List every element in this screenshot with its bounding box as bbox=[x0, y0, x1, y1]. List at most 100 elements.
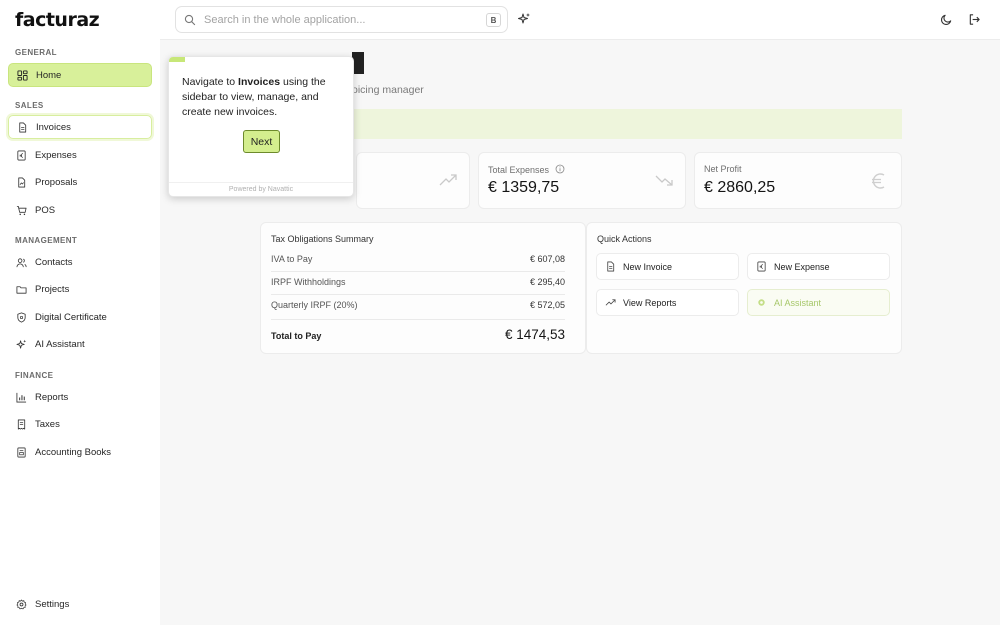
sidebar-item-label: Invoices bbox=[36, 121, 71, 133]
app-logo[interactable]: facturaz bbox=[15, 9, 100, 31]
sidebar-item-pos[interactable]: POS bbox=[8, 198, 152, 222]
sidebar-item-expenses[interactable]: Expenses bbox=[8, 143, 152, 167]
new-expense-button[interactable]: New Expense bbox=[747, 253, 890, 280]
trending-down-icon bbox=[655, 175, 673, 186]
shopping-cart-icon bbox=[16, 205, 27, 215]
logout-icon bbox=[969, 13, 980, 25]
sparkles-icon bbox=[16, 339, 27, 349]
sidebar-item-label: Contacts bbox=[35, 256, 73, 268]
sidebar-item-reports[interactable]: Reports bbox=[8, 385, 152, 409]
receipt-icon bbox=[17, 419, 26, 429]
users-icon bbox=[16, 257, 27, 267]
info-icon bbox=[555, 164, 564, 174]
tax-row-value: € 572,05 bbox=[529, 300, 565, 310]
sidebar-item-home[interactable]: Home bbox=[8, 63, 152, 87]
tax-row-label: Quarterly IRPF (20%) bbox=[271, 300, 358, 310]
sidebar-item-label: Settings bbox=[35, 598, 70, 610]
moon-icon bbox=[940, 14, 951, 25]
tax-divider bbox=[271, 319, 565, 320]
tax-row: Quarterly IRPF (20%) € 572,05 bbox=[271, 300, 565, 310]
sidebar-item-taxes[interactable]: Taxes bbox=[8, 412, 152, 436]
button-label: New Invoice bbox=[623, 261, 673, 272]
sparkles-icon bbox=[518, 13, 530, 24]
sidebar-item-label: Accounting Books bbox=[35, 446, 112, 458]
theme-toggle-button[interactable] bbox=[938, 11, 954, 27]
tax-row-value: € 295,40 bbox=[529, 277, 565, 287]
search-bar[interactable]: B bbox=[175, 6, 508, 33]
sidebar: GENERAL Home SALES Invoices Expenses Pro… bbox=[0, 40, 160, 625]
sidebar-item-label: Proposals bbox=[35, 176, 78, 188]
button-label: View Reports bbox=[623, 297, 677, 308]
search-shortcut-badge: B bbox=[486, 13, 501, 27]
tax-row-value: € 607,08 bbox=[529, 254, 565, 264]
sidebar-item-contacts[interactable]: Contacts bbox=[8, 250, 152, 274]
sidebar-item-digital-certificate[interactable]: Digital Certificate bbox=[8, 305, 152, 329]
tax-total-label: Total to Pay bbox=[271, 331, 322, 341]
tax-divider bbox=[271, 294, 565, 295]
sidebar-item-label: Expenses bbox=[35, 149, 77, 161]
onboarding-tooltip: Navigate to Invoices using the sidebar t… bbox=[168, 56, 354, 197]
ai-sparkles-button[interactable] bbox=[516, 11, 532, 27]
quick-actions-card: Quick Actions New Invoice New Expense Vi… bbox=[586, 222, 902, 354]
tax-divider bbox=[271, 271, 565, 272]
sidebar-item-accounting-books[interactable]: Accounting Books bbox=[8, 440, 152, 464]
file-signature-icon bbox=[18, 177, 26, 187]
sidebar-item-label: Projects bbox=[35, 283, 70, 295]
tax-summary-title: Tax Obligations Summary bbox=[271, 234, 374, 244]
search-input[interactable] bbox=[204, 13, 474, 26]
search-icon bbox=[184, 14, 196, 25]
quick-actions-title: Quick Actions bbox=[597, 234, 652, 244]
sidebar-item-label: AI Assistant bbox=[35, 338, 85, 350]
tax-total-value: € 1474,53 bbox=[504, 327, 565, 342]
euro-icon bbox=[872, 173, 885, 189]
logout-button[interactable] bbox=[966, 11, 982, 27]
tax-row: IRPF Withholdings € 295,40 bbox=[271, 277, 565, 287]
sidebar-item-label: Digital Certificate bbox=[35, 311, 107, 323]
tooltip-next-button[interactable]: Next bbox=[243, 130, 280, 153]
ai-dot-icon bbox=[758, 299, 765, 306]
sidebar-item-proposals[interactable]: Proposals bbox=[8, 170, 152, 194]
sidebar-item-settings[interactable]: Settings bbox=[8, 592, 152, 616]
trending-up-icon bbox=[605, 299, 616, 306]
tooltip-progress-bar bbox=[169, 57, 185, 62]
tax-row-label: IVA to Pay bbox=[271, 254, 313, 264]
tooltip-text: Navigate to Invoices using the sidebar t… bbox=[182, 76, 326, 118]
sidebar-item-invoices[interactable]: Invoices bbox=[8, 115, 152, 139]
stat-value: € 1359,75 bbox=[488, 179, 560, 196]
sidebar-section-sales: SALES bbox=[15, 101, 44, 110]
dashboard-grid-icon bbox=[17, 69, 28, 81]
button-label: New Expense bbox=[774, 261, 830, 272]
tax-obligations-card: Tax Obligations Summary IVA to Pay € 607,… bbox=[260, 222, 586, 354]
stat-label: Total Expenses bbox=[488, 164, 565, 175]
sidebar-item-label: Reports bbox=[35, 391, 69, 403]
new-invoice-button[interactable]: New Invoice bbox=[596, 253, 739, 280]
stat-card-total-expenses: Total Expenses € 1359,75 bbox=[478, 152, 686, 209]
stat-card-net-profit: Net Profit € 2860,25 bbox=[694, 152, 902, 209]
sidebar-section-finance: FINANCE bbox=[15, 371, 54, 380]
sidebar-item-label: POS bbox=[35, 204, 56, 216]
sidebar-item-projects[interactable]: Projects bbox=[8, 277, 152, 301]
stat-label: Net Profit bbox=[704, 164, 742, 174]
sidebar-section-management: MANAGEMENT bbox=[15, 236, 78, 245]
gear-icon bbox=[16, 599, 27, 609]
sidebar-item-label: Home bbox=[36, 69, 62, 81]
file-text-icon bbox=[607, 261, 615, 272]
welcome-banner bbox=[352, 109, 902, 139]
bar-chart-icon bbox=[16, 392, 27, 402]
folder-icon bbox=[16, 285, 27, 294]
stat-card-partial bbox=[356, 152, 470, 209]
file-text-icon bbox=[19, 122, 27, 132]
euro-receipt-icon bbox=[757, 261, 766, 272]
tax-row: IVA to Pay € 607,08 bbox=[271, 254, 565, 264]
ai-assistant-button[interactable]: AI Assistant bbox=[747, 289, 890, 316]
shield-icon bbox=[17, 312, 26, 322]
sidebar-section-general: GENERAL bbox=[15, 48, 57, 57]
sidebar-item-ai-assistant[interactable]: AI Assistant bbox=[8, 332, 152, 356]
euro-receipt-icon bbox=[17, 150, 26, 160]
tax-row-label: IRPF Withholdings bbox=[271, 277, 346, 287]
button-label: AI Assistant bbox=[774, 297, 822, 308]
tooltip-footer[interactable]: Powered by Navattic bbox=[169, 182, 353, 196]
stat-value: € 2860,25 bbox=[704, 179, 776, 196]
book-icon bbox=[17, 447, 26, 457]
view-reports-button[interactable]: View Reports bbox=[596, 289, 739, 316]
